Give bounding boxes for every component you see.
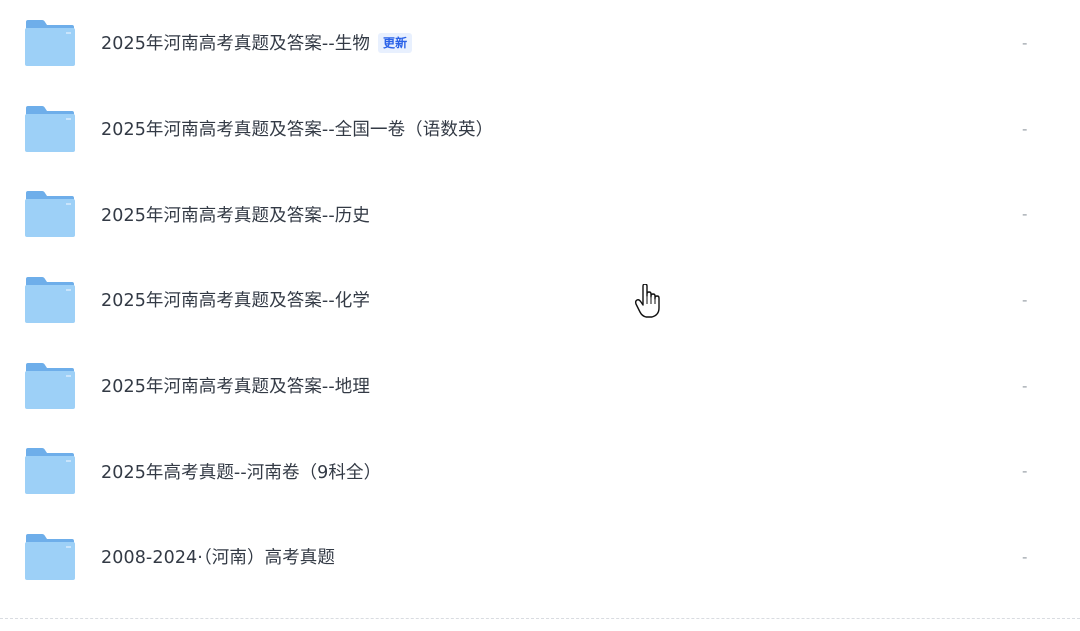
folder-name-text: 2025年高考真题--河南卷（9科全）: [101, 462, 382, 483]
folder-meta: -: [1022, 290, 1028, 309]
folder-name: 2025年高考真题--河南卷（9科全）: [101, 459, 381, 484]
folder-name-text: 2025年河南高考真题及答案--生物: [101, 34, 370, 55]
folder-meta: -: [1022, 547, 1028, 566]
folder-name-text: 2025年河南高考真题及答案--历史: [101, 205, 370, 226]
folder-row[interactable]: 2008-2024·（河南）高考真题 -: [0, 514, 1080, 600]
list-bottom-divider: [0, 618, 1080, 619]
folder-icon: [25, 533, 75, 580]
folder-row[interactable]: 2025年河南高考真题及答案--化学 -: [0, 257, 1080, 343]
folder-name: 2025年河南高考真题及答案--生物 更新: [101, 30, 413, 55]
folder-row[interactable]: 2025年河南高考真题及答案--地理 -: [0, 343, 1080, 429]
folder-row[interactable]: 2025年高考真题--河南卷（9科全） -: [0, 428, 1080, 514]
folder-name: 2008-2024·（河南）高考真题: [101, 544, 335, 569]
folder-meta: -: [1022, 119, 1028, 138]
folder-name-text: 2025年河南高考真题及答案--全国一卷（语数英）: [101, 120, 494, 141]
folder-name: 2025年河南高考真题及答案--全国一卷（语数英）: [101, 116, 493, 141]
folder-name: 2025年河南高考真题及答案--历史: [101, 202, 370, 227]
folder-name-text: 2008-2024·（河南）高考真题: [101, 548, 335, 569]
folder-meta: -: [1022, 205, 1028, 224]
folder-icon: [25, 19, 75, 66]
folder-name-text: 2025年河南高考真题及答案--地理: [101, 377, 370, 398]
folder-meta: -: [1022, 33, 1028, 52]
folder-row[interactable]: 2025年河南高考真题及答案--历史 -: [0, 171, 1080, 257]
folder-icon: [25, 105, 75, 152]
hand-pointer-cursor-icon: [634, 284, 660, 318]
folder-row[interactable]: 2025年河南高考真题及答案--全国一卷（语数英） -: [0, 86, 1080, 172]
folder-name-text: 2025年河南高考真题及答案--化学: [101, 291, 370, 312]
folder-icon: [25, 276, 75, 323]
folder-icon: [25, 362, 75, 409]
folder-icon: [25, 191, 75, 238]
folder-icon: [25, 448, 75, 495]
folder-meta: -: [1022, 376, 1028, 395]
folder-name: 2025年河南高考真题及答案--地理: [101, 373, 370, 398]
folder-name: 2025年河南高考真题及答案--化学: [101, 287, 370, 312]
update-badge: 更新: [377, 32, 413, 53]
folder-meta: -: [1022, 462, 1028, 481]
file-list: 2025年河南高考真题及答案--生物 更新 - 2025年河南高考真题及答案--…: [0, 0, 1080, 600]
folder-row[interactable]: 2025年河南高考真题及答案--生物 更新 -: [0, 0, 1080, 86]
